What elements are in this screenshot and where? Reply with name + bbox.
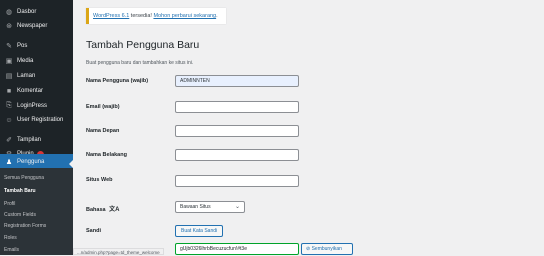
page-title: Tambah Pengguna Baru [86, 39, 200, 51]
hide-password-label: Sembunyikan [311, 246, 342, 252]
admin-sidebar: ◍ Dasbor ⊛ Newspaper ✎ Pos ▣ Media ▤ Lam… [0, 0, 73, 255]
password-field[interactable]: gUjb0326lhrbBecuzucfun!#t3e [175, 243, 299, 255]
submenu-item-emails[interactable]: Emails [4, 247, 19, 253]
notice-text: tersedia! [129, 13, 154, 19]
submenu-item-roles[interactable]: Roles [4, 235, 17, 241]
website-label: Situs Web [86, 177, 113, 183]
page-icon: ▤ [5, 73, 13, 80]
sidebar-item-user-registration[interactable]: ☺ User Registration [0, 112, 73, 128]
first-name-label: Nama Depan [86, 128, 120, 134]
generate-password-button[interactable]: Buat Kata Sandi [175, 225, 224, 237]
sidebar-item-newspaper[interactable]: ⊛ Newspaper [0, 18, 73, 34]
dashboard-icon: ◍ [5, 9, 13, 16]
page-description: Buat pengguna baru dan tambahkan ke situ… [86, 60, 194, 66]
eye-hidden-icon: ⊘ [306, 246, 311, 252]
submenu-item-profil[interactable]: Profil [4, 201, 15, 207]
username-field[interactable]: ADMINNTEN [175, 75, 299, 87]
current-menu-arrow [69, 160, 73, 168]
comment-icon: ■ [6, 87, 12, 95]
language-select[interactable]: Bawaan Situs ⌄ [175, 201, 245, 213]
submenu-item-semua-pengguna[interactable]: Semua Pengguna [4, 175, 44, 181]
status-bar-url: ...n/admin.php?page=td_theme_welcome [73, 248, 164, 255]
first-name-field[interactable] [175, 125, 299, 137]
language-selected: Bawaan Situs [180, 204, 211, 210]
sidebar-item-media[interactable]: ▣ Media [0, 53, 73, 69]
sidebar-item-pos[interactable]: ✎ Pos [0, 38, 73, 54]
submenu-item-tambah-baru[interactable]: Tambah Baru [4, 188, 36, 194]
website-field[interactable] [175, 175, 299, 187]
update-now-link[interactable]: Mohon perbarui sekarang [153, 13, 216, 19]
language-label-text: Bahasa [86, 207, 106, 213]
media-icon: ▣ [5, 58, 13, 65]
users-icon: ♟ [5, 159, 13, 166]
submenu-item-registration-forms[interactable]: Registration Forms [4, 223, 46, 229]
hide-password-button[interactable]: ⊘ Sembunyikan [301, 243, 353, 255]
notice-end: . [216, 13, 218, 19]
newspaper-icon: ⊛ [6, 23, 12, 30]
sidebar-item-komentar[interactable]: ■ Komentar [0, 83, 73, 99]
email-field[interactable] [175, 101, 299, 113]
username-label: Nama Pengguna (wajib) [86, 78, 149, 84]
chevron-down-icon: ⌄ [234, 204, 240, 210]
last-name-label: Nama Belakang [86, 152, 127, 158]
translation-icon: 文A [109, 207, 120, 213]
pin-icon: ✎ [6, 43, 12, 50]
language-label: Bahasa 文A [86, 204, 119, 213]
password-label: Sandi [86, 228, 101, 234]
brush-icon: ✐ [6, 137, 12, 144]
wordpress-version-link[interactable]: WordPress 6.1 [93, 13, 129, 19]
loginpress-icon: ⎘ [6, 102, 12, 109]
sidebar-item-laman[interactable]: ▤ Laman [0, 68, 73, 84]
submenu-item-custom-fields[interactable]: Custom Fields [4, 212, 36, 218]
update-notice: WordPress 6.1 tersedia! Mohon perbarui s… [86, 8, 226, 24]
email-label: Email (wajib) [86, 104, 120, 110]
last-name-field[interactable] [175, 149, 299, 161]
user-registration-icon: ☺ [5, 116, 13, 124]
users-submenu: Semua Pengguna Tambah Baru Profil Custom… [0, 168, 73, 255]
